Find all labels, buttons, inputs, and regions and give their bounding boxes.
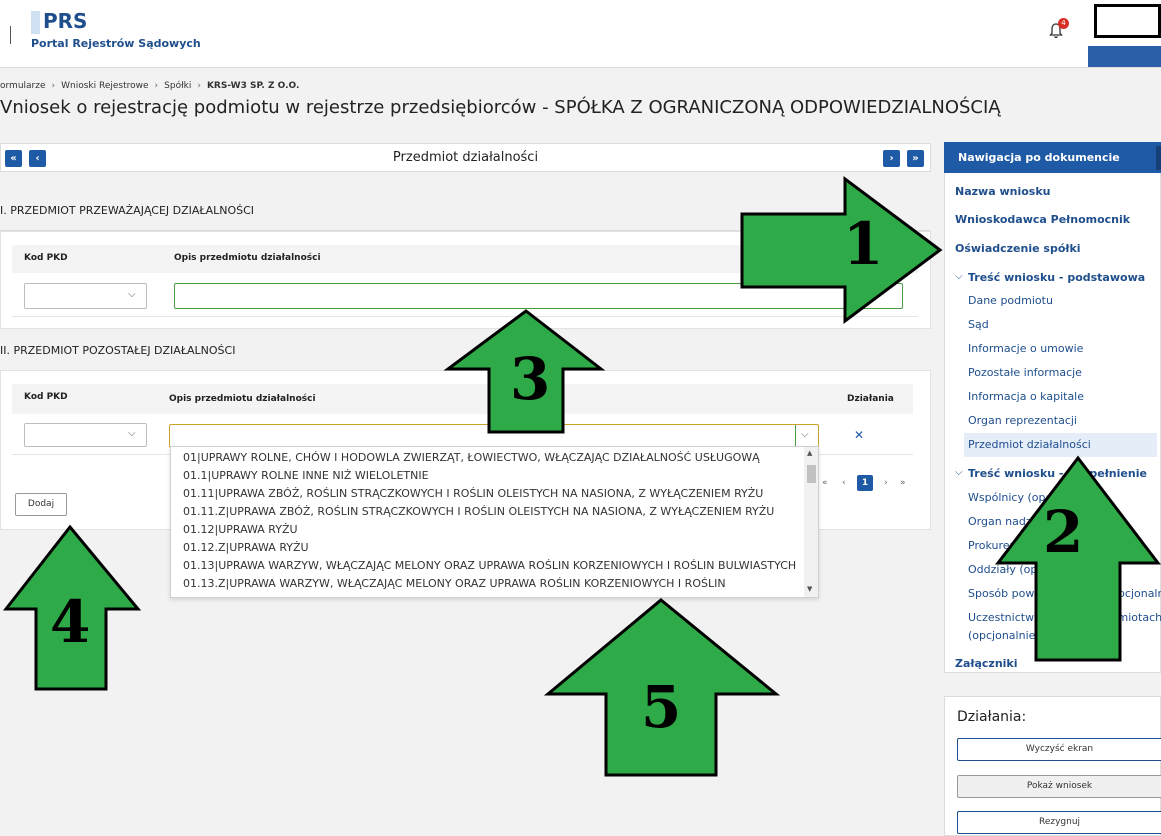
arrow-2-label: 2 [1043,498,1084,566]
arrow-4-label: 4 [50,588,91,656]
arrow-1-label: 1 [843,210,884,278]
arrow-5-label: 5 [641,673,682,741]
arrow-1-icon [740,176,943,324]
annotation-arrows [2,176,1161,777]
arrow-3-label: 3 [510,345,551,413]
